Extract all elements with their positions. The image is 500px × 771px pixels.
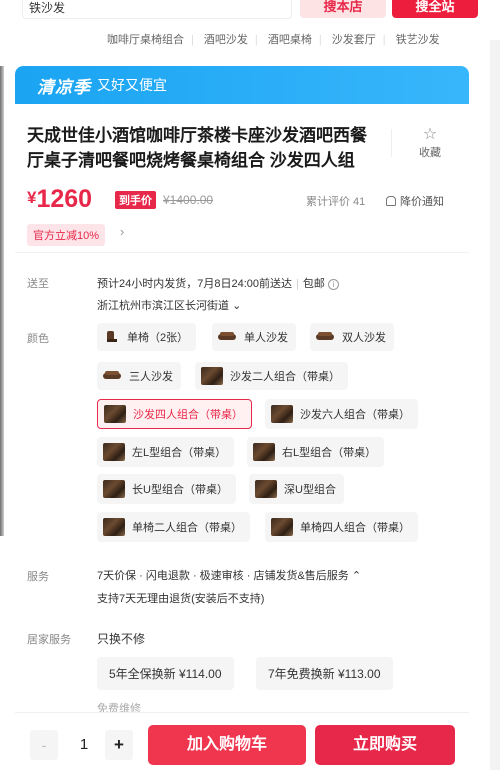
sofa-icon [218,332,236,342]
bell-icon [386,196,396,206]
chevron-up-icon: ⌃ [351,570,362,582]
shipping-label: 送至 [27,278,49,290]
address-selector[interactable]: 浙江杭州市滨江区长河街道 ⌄ [97,297,241,313]
color-option[interactable]: 长U型组合（带桌） [97,474,236,504]
favorite-button[interactable]: ☆ 收藏 [415,124,445,160]
product-thumbnail [271,405,293,423]
search-store-button[interactable]: 搜本店 [300,0,386,18]
quantity-value[interactable]: 1 [77,730,91,760]
hot-search-words: 咖啡厅桌椅组合 | 酒吧沙发 | 酒吧桌椅 | 沙发套厅 | 铁艺沙发 [107,34,440,46]
color-option[interactable]: 右L型组合（带桌） [247,437,385,467]
hotword-link[interactable]: 铁艺沙发 [396,34,440,46]
service-label: 服务 [27,571,49,583]
warranty-plan-option[interactable]: 5年全保换新 ¥114.00 [97,657,234,690]
right-gutter [490,40,500,770]
color-option[interactable]: 三人沙发 [97,362,181,390]
color-option[interactable]: 单椅四人组合（带桌） [265,512,418,542]
chevron-right-icon[interactable]: › [120,224,124,239]
review-count[interactable]: 累计评价 41 [306,193,365,209]
info-icon[interactable]: i [327,279,339,290]
color-option[interactable]: 沙发二人组合（带桌） [195,362,348,390]
promo-subtitle: 又好又便宜 [97,77,167,93]
product-thumbnail [103,443,125,461]
product-detail-panel: 清凉季 又好又便宜 天成世佳小酒馆咖啡厅茶楼卡座沙发酒吧西餐厅桌子清吧餐吧烧烤餐… [15,66,469,770]
color-option[interactable]: 单人沙发 [212,323,296,351]
product-thumbnail [103,480,125,498]
price-row: ¥1260 到手价 ¥1400.00 累计评价 41 降价通知 [27,185,467,215]
product-thumbnail [201,367,223,385]
section-divider [15,252,469,253]
home-service-value: 只换不修 [97,632,146,646]
warranty-plan-option[interactable]: 7年免费换新 ¥113.00 [256,657,393,690]
divider [391,129,392,157]
return-policy: 支持7天无理由退货(安装后不支持) [97,593,265,605]
price: ¥1260 [27,185,93,213]
background-page-edge [0,66,4,536]
promo-title: 清凉季 [37,77,91,97]
price-badge: 到手价 [115,191,156,209]
hotword-link[interactable]: 酒吧桌椅 [268,34,312,46]
service-list[interactable]: 7天价保 · 闪电退款 · 极速审核 · 店铺发货&售后服务 ⌃ [97,567,361,583]
search-bar: 铁沙发 搜本店 搜全站 [0,0,500,24]
quantity-decrease-button[interactable]: - [30,730,58,760]
coupon-badge[interactable]: 官方立减10% [27,224,106,246]
home-service-label: 居家服务 [27,634,71,646]
shipping-info: 预计24小时内发货，7月8日24:00前送达 | 包邮 i [97,275,339,291]
price-drop-notify-button[interactable]: 降价通知 [386,193,444,209]
star-icon: ☆ [422,126,438,143]
search-all-button[interactable]: 搜全站 [392,0,478,18]
chevron-down-icon: ⌄ [232,300,242,312]
sofa-icon [103,371,121,381]
quantity-increase-button[interactable]: + [105,730,133,760]
buy-now-button[interactable]: 立即购买 [315,725,455,765]
add-to-cart-button[interactable]: 加入购物车 [148,725,306,765]
color-option[interactable]: 深U型组合 [249,474,344,504]
product-thumbnail [104,405,126,423]
color-option[interactable]: 单椅二人组合（带桌） [97,512,250,542]
product-title: 天成世佳小酒馆咖啡厅茶楼卡座沙发酒吧西餐厅桌子清吧餐吧烧烤餐桌椅组合 沙发四人组 [27,126,367,170]
hotword-link[interactable]: 酒吧沙发 [204,34,248,46]
color-option[interactable]: 双人沙发 [310,323,394,351]
product-thumbnail [271,518,293,536]
hotword-link[interactable]: 沙发套厅 [332,34,376,46]
product-thumbnail [253,443,275,461]
chair-icon [105,331,119,343]
product-thumbnail [255,480,277,498]
promo-banner[interactable]: 清凉季 又好又便宜 [15,66,469,104]
sofa-icon [316,332,334,342]
color-option[interactable]: 沙发六人组合（带桌） [265,399,418,429]
action-bar: - 1 + 加入购物车 立即购买 [15,712,469,771]
color-option[interactable]: 左L型组合（带桌） [97,437,235,467]
color-label: 颜色 [27,333,49,345]
search-input[interactable]: 铁沙发 [22,0,292,19]
hotword-link[interactable]: 咖啡厅桌椅组合 [107,34,184,46]
favorite-label: 收藏 [419,147,441,159]
color-option[interactable]: 单椅（2张） [97,323,197,351]
product-thumbnail [103,518,125,536]
color-option-selected[interactable]: 沙发四人组合（带桌） [97,399,252,429]
original-price: ¥1400.00 [163,193,214,207]
